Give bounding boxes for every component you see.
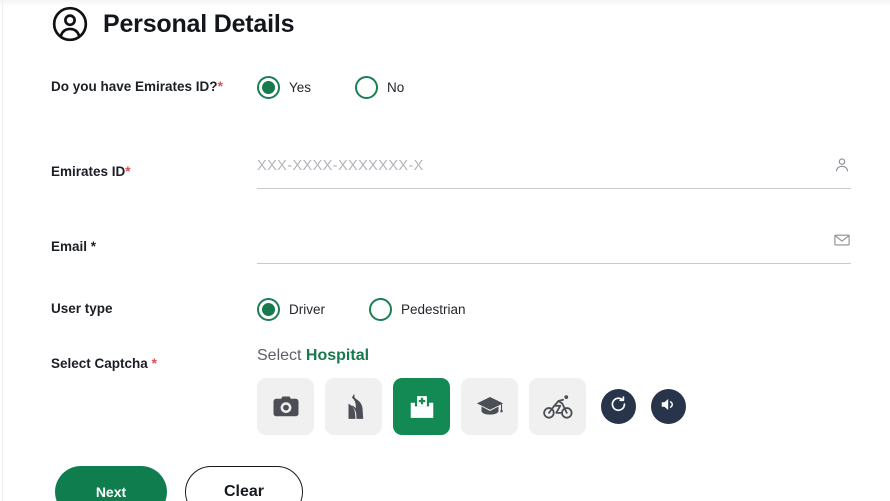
- bicycle-icon: [542, 391, 574, 423]
- hospital-icon: [407, 392, 437, 422]
- captcha-tile-camera[interactable]: [257, 378, 314, 435]
- radio-label-driver: Driver: [289, 302, 325, 317]
- field-emirates-id: [257, 155, 851, 189]
- label-email: Email *: [51, 236, 251, 257]
- radio-option-yes[interactable]: Yes: [257, 76, 311, 99]
- radio-group-user-type: Driver Pedestrian: [257, 298, 851, 321]
- radio-label-yes: Yes: [289, 80, 312, 95]
- refresh-icon: [609, 395, 628, 419]
- section-header: Personal Details: [51, 5, 295, 43]
- captcha-prompt-prefix: Select: [257, 347, 306, 364]
- label-user-type-text: User type: [51, 301, 113, 316]
- person-icon: [833, 156, 851, 174]
- field-captcha: Select Hospital: [257, 347, 851, 435]
- radio-label-no: No: [387, 80, 405, 95]
- personal-details-page: Personal Details Do you have Emirates ID…: [0, 0, 890, 501]
- captcha-tile-tower[interactable]: [325, 378, 382, 435]
- camera-icon: [271, 392, 301, 422]
- captcha-prompt: Select Hospital: [257, 347, 851, 365]
- audio-captcha-button[interactable]: [651, 389, 686, 424]
- radio-option-no[interactable]: No: [355, 76, 404, 99]
- refresh-captcha-button[interactable]: [601, 389, 636, 424]
- account-circle-icon: [51, 5, 89, 43]
- clear-button[interactable]: Clear: [185, 466, 303, 501]
- speaker-icon: [659, 395, 678, 419]
- next-button[interactable]: Next: [55, 466, 167, 501]
- radio-label-pedestrian: Pedestrian: [401, 302, 466, 317]
- captcha-tile-hospital[interactable]: [393, 378, 450, 435]
- radio-mark-pedestrian[interactable]: [369, 298, 392, 321]
- graduation-cap-icon: [475, 392, 505, 422]
- field-user-type: Driver Pedestrian: [257, 298, 851, 321]
- form-action-bar: Next Clear: [55, 466, 303, 501]
- field-emirates-id-question: Yes No: [257, 76, 851, 99]
- captcha-tile-bicycle[interactable]: [529, 378, 586, 435]
- page-left-edge: [2, 0, 3, 501]
- label-captcha: Select Captcha *: [51, 353, 251, 374]
- captcha-tile-strip: [257, 378, 851, 435]
- radio-mark-yes[interactable]: [257, 76, 280, 99]
- label-emirates-id-question-text: Do you have Emirates ID?: [51, 79, 218, 94]
- tower-icon: [339, 392, 369, 422]
- emirates-id-input[interactable]: [257, 155, 811, 177]
- label-captcha-text: Select Captcha: [51, 356, 148, 371]
- email-field-wrapper[interactable]: [257, 230, 851, 264]
- page-title: Personal Details: [103, 9, 295, 38]
- radio-group-has-emirates-id: Yes No: [257, 76, 851, 99]
- label-emirates-id-text: Emirates ID: [51, 164, 126, 179]
- emirates-id-field-wrapper[interactable]: [257, 155, 851, 189]
- radio-option-driver[interactable]: Driver: [257, 298, 325, 321]
- captcha-prompt-target: Hospital: [305, 347, 370, 364]
- label-user-type: User type: [51, 298, 251, 319]
- radio-mark-driver[interactable]: [257, 298, 280, 321]
- required-asterisk: *: [151, 356, 157, 371]
- label-emirates-id-question: Do you have Emirates ID?*: [51, 76, 251, 97]
- required-asterisk: *: [125, 164, 131, 179]
- captcha-tile-graduation-cap[interactable]: [461, 378, 518, 435]
- email-input[interactable]: [257, 230, 811, 252]
- envelope-icon: [833, 231, 851, 249]
- required-asterisk: *: [217, 79, 223, 94]
- radio-option-pedestrian[interactable]: Pedestrian: [369, 298, 466, 321]
- field-email: [257, 230, 851, 264]
- label-email-text: Email *: [51, 239, 97, 254]
- radio-mark-no[interactable]: [355, 76, 379, 99]
- label-emirates-id: Emirates ID*: [51, 161, 251, 182]
